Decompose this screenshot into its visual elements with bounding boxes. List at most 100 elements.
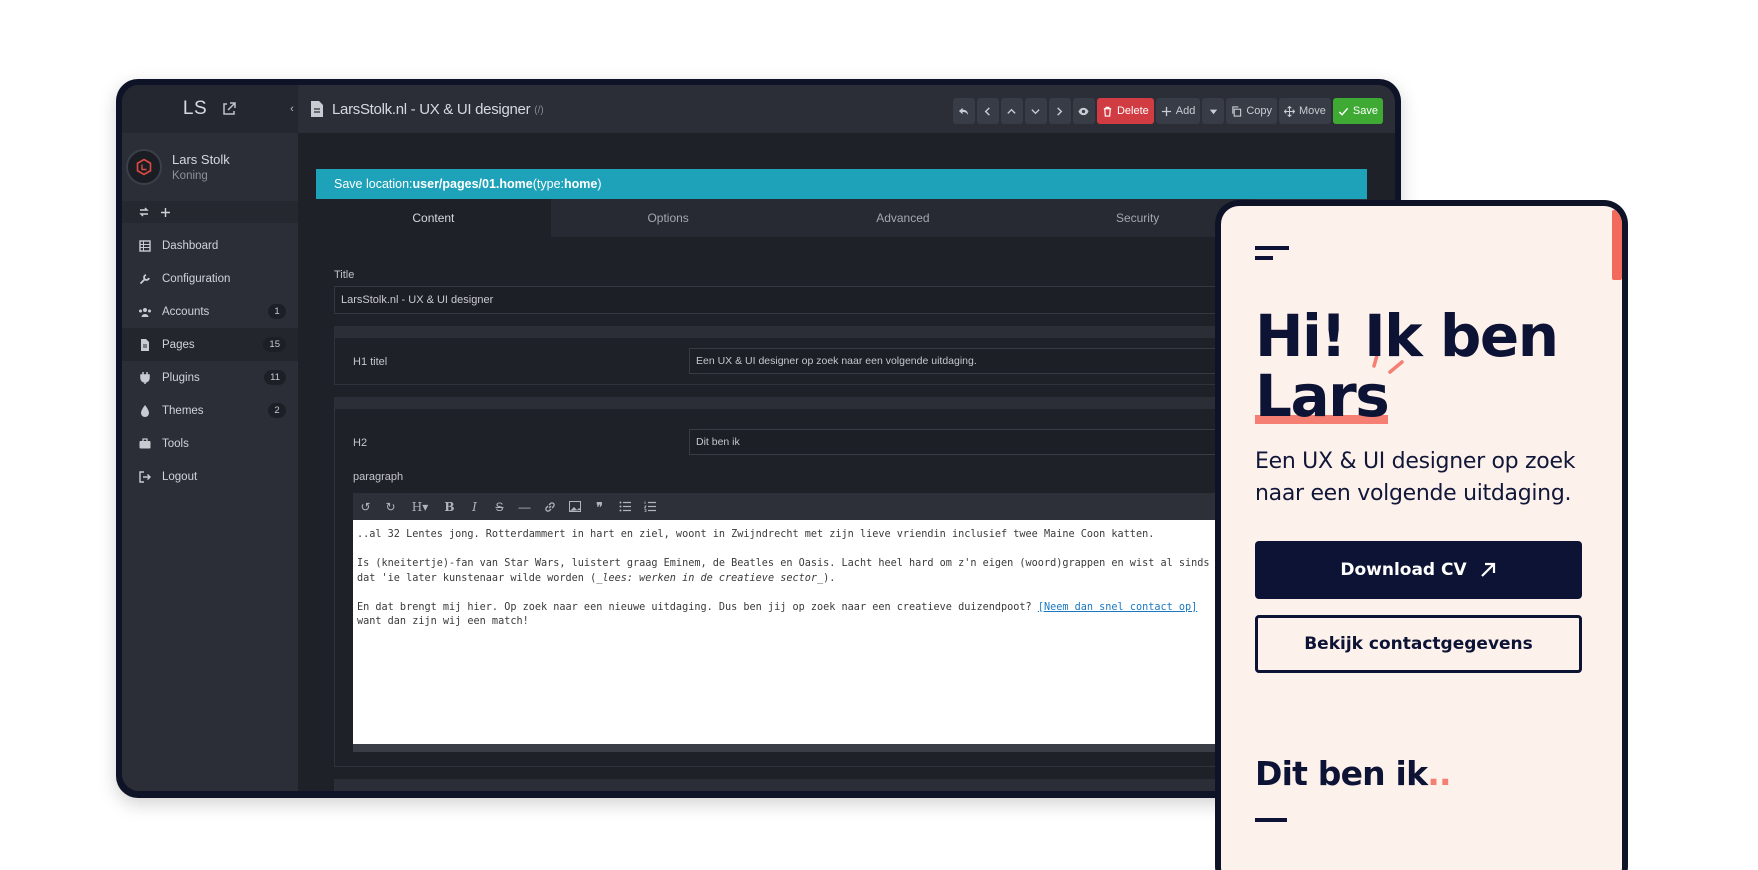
caret-down-icon [1209, 109, 1217, 114]
hero-heading: Hi! Ik ben Lars [1255, 306, 1615, 426]
chevron-right-icon [1057, 106, 1063, 116]
showcase-stage: LS Lars Stolk Koning Dashboard Configura… [0, 0, 1758, 870]
redo-icon[interactable]: ↻ [384, 500, 397, 514]
add-button[interactable]: Add [1155, 98, 1201, 124]
undo-icon[interactable]: ↺ [359, 500, 372, 514]
save-location-banner: Save location: user/pages/01.home (type:… [316, 169, 1367, 199]
back-button[interactable] [952, 98, 975, 124]
sidebar-item-pages[interactable]: Pages 15 [122, 328, 298, 361]
logout-icon [138, 470, 152, 484]
h1-label: H1 titel [353, 356, 388, 368]
next-block [334, 779, 1349, 791]
preview-button[interactable] [1072, 98, 1095, 124]
count-badge: 11 [264, 370, 286, 385]
plus-icon[interactable] [160, 207, 171, 218]
drop-icon [138, 404, 152, 418]
scroll-indicator[interactable] [1612, 210, 1622, 280]
copy-button[interactable]: Copy [1226, 98, 1278, 124]
editor-line: ..al 32 Lentes jong. Rotterdammert in ha… [357, 529, 1155, 540]
sidebar-item-tools[interactable]: Tools [122, 427, 298, 460]
copy-icon [1232, 105, 1242, 117]
section-title: Dit ben ik.. [1255, 754, 1452, 793]
next-button[interactable] [1048, 98, 1071, 124]
editor-line: dat 'ie later kunstenaar wilde worden ( [357, 572, 597, 584]
contact-details-button[interactable]: Bekijk contactgegevens [1255, 615, 1582, 673]
count-badge: 1 [268, 304, 286, 319]
chevron-down-icon [1031, 108, 1041, 114]
bullet-list-icon[interactable] [618, 500, 631, 513]
content-form: Title LarsStolk.nl - UX & UI designer H1… [316, 269, 1367, 791]
save-label: Save [1352, 105, 1378, 117]
save-button[interactable]: Save [1332, 98, 1383, 124]
sidebar-header: LS [122, 85, 298, 133]
image-icon[interactable] [568, 500, 581, 513]
plug-icon [138, 371, 152, 385]
count-badge: 2 [268, 403, 286, 418]
tab-advanced[interactable]: Advanced [786, 199, 1021, 237]
move-button[interactable]: Move [1279, 98, 1331, 124]
editor-line: ). [823, 572, 836, 584]
up-button[interactable] [1000, 98, 1023, 124]
sync-icon[interactable] [138, 206, 150, 218]
markdown-editor[interactable]: ..al 32 Lentes jong. Rotterdammert in ha… [353, 520, 1330, 744]
sidebar-item-dashboard[interactable]: Dashboard [122, 229, 298, 262]
bold-icon[interactable]: B [443, 500, 456, 514]
sidebar-item-accounts[interactable]: Accounts 1 [122, 295, 298, 328]
eye-icon [1078, 107, 1089, 115]
menu-icon[interactable] [1255, 246, 1289, 262]
page-route: (/) [534, 105, 544, 116]
download-cv-button[interactable]: Download CV [1255, 541, 1582, 599]
file-icon [138, 338, 152, 352]
avatar [126, 149, 162, 185]
chevron-left-icon: ‹ [290, 103, 294, 115]
dashboard-icon [138, 239, 152, 253]
horizontal-rule-icon[interactable]: — [518, 500, 531, 514]
h2-block: H2 Dit ben ik paragraph ↺ ↻ H▾ B I S — ❞… [334, 397, 1349, 767]
down-button[interactable] [1024, 98, 1047, 124]
strikethrough-icon[interactable]: S [493, 500, 506, 514]
sidebar-collapse-toggle[interactable]: ‹ [286, 85, 298, 133]
title-label: Title [334, 269, 355, 281]
editor-status-bar [353, 744, 1330, 752]
sidebar-item-plugins[interactable]: Plugins 11 [122, 361, 298, 394]
site-logo[interactable]: LS [183, 98, 207, 120]
editor-toolbar: ↺ ↻ H▾ B I S — ❞ [353, 493, 1330, 520]
trash-icon [1103, 106, 1112, 117]
page-title: LarsStolk.nl - UX & UI designer [332, 100, 531, 118]
briefcase-icon [138, 437, 152, 451]
heading-icon[interactable]: H▾ [409, 500, 431, 514]
quote-icon[interactable]: ❞ [593, 500, 606, 514]
previous-button[interactable] [976, 98, 999, 124]
editor-emphasis: _lees: werken in de creatieve sector_ [596, 572, 824, 584]
wrench-icon [138, 272, 152, 286]
link-icon[interactable] [543, 500, 556, 513]
hero-name: Lars [1255, 362, 1390, 430]
plus-icon [1161, 106, 1171, 116]
editor-tabs: Content Options Advanced Security [316, 199, 1367, 237]
users-icon [138, 305, 152, 319]
download-cv-label: Download CV [1340, 560, 1467, 580]
title-input[interactable]: LarsStolk.nl - UX & UI designer [334, 286, 1349, 314]
sidebar-nav: Dashboard Configuration Accounts 1 Pages [122, 223, 298, 493]
tab-options[interactable]: Options [551, 199, 786, 237]
page-editor: Save location: user/pages/01.home (type:… [316, 169, 1367, 791]
italic-icon[interactable]: I [468, 500, 481, 514]
sidebar-item-label: Plugins [162, 371, 200, 384]
h1-block: H1 titel Een UX & UI designer op zoek na… [334, 326, 1349, 385]
move-label: Move [1299, 105, 1326, 117]
external-link-icon[interactable] [221, 101, 237, 117]
chevron-up-icon [1007, 108, 1017, 114]
sidebar-item-themes[interactable]: Themes 2 [122, 394, 298, 427]
chevron-left-icon [985, 106, 991, 116]
editor-link[interactable]: [Neem dan snel contact op] [1038, 602, 1197, 613]
delete-button[interactable]: Delete [1096, 98, 1154, 124]
user-profile[interactable]: Lars Stolk Koning [122, 133, 298, 201]
add-dropdown-button[interactable] [1202, 98, 1225, 124]
hexagon-logo-icon [136, 158, 152, 176]
tab-content[interactable]: Content [316, 199, 551, 237]
sidebar-item-logout[interactable]: Logout [122, 460, 298, 493]
mobile-screen: Hi! Ik ben Lars Een UX & UI designer op … [1221, 206, 1622, 870]
user-name: Lars Stolk [172, 152, 230, 167]
sidebar-item-configuration[interactable]: Configuration [122, 262, 298, 295]
numbered-list-icon[interactable] [643, 500, 656, 513]
